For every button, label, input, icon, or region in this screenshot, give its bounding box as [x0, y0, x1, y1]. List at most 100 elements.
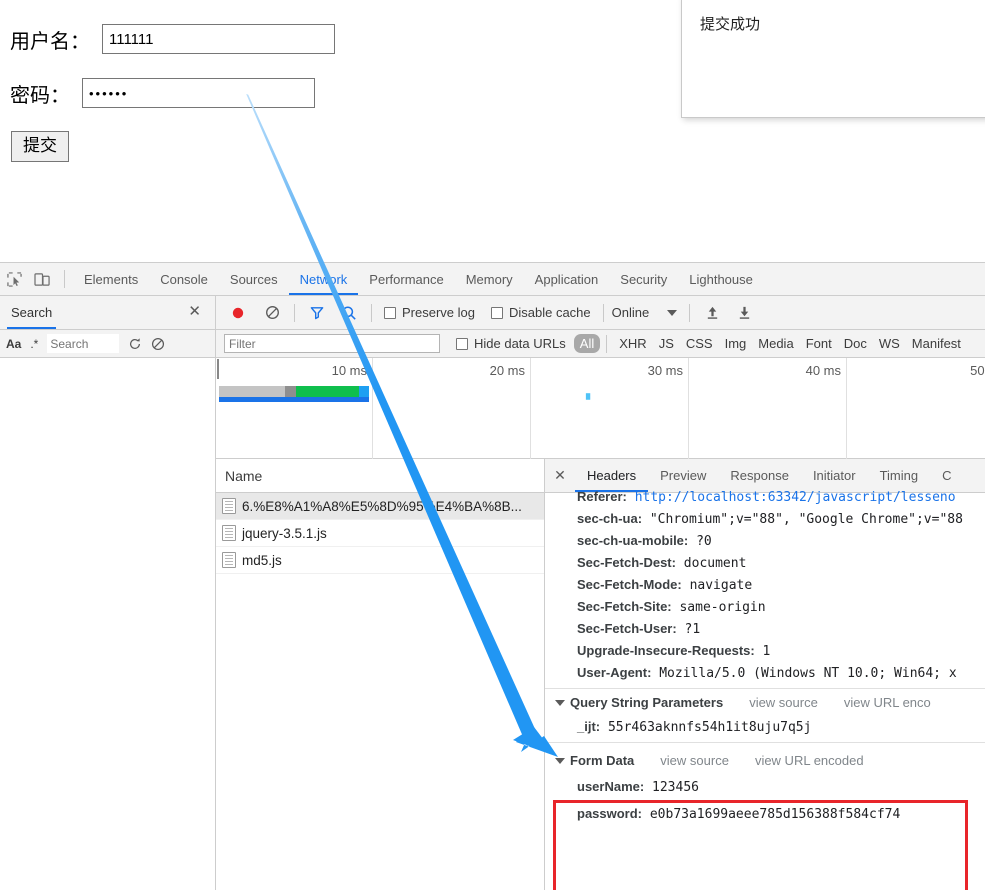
- header-key: Sec-Fetch-Dest:: [577, 555, 676, 570]
- type-chip-font[interactable]: Font: [800, 334, 838, 353]
- network-toolbar: Preserve log Disable cache Online: [216, 296, 985, 330]
- view-url-encoded-link[interactable]: view URL enco: [844, 695, 931, 710]
- param-key: _ijt:: [577, 719, 601, 734]
- form-param-row: userName: 123456: [545, 774, 985, 798]
- type-chip-ws[interactable]: WS: [873, 334, 906, 353]
- header-key: Sec-Fetch-Mode:: [577, 577, 682, 592]
- filter-input[interactable]: [224, 334, 440, 353]
- refresh-icon[interactable]: [128, 337, 142, 351]
- tab-memory[interactable]: Memory: [455, 263, 524, 295]
- request-column-header[interactable]: Name: [216, 459, 544, 493]
- header-value: "Chromium";v="88", "Google Chrome";v="88: [649, 512, 963, 527]
- search-drawer-tab[interactable]: Search: [7, 296, 56, 329]
- overview-tick-label: 30 ms: [647, 363, 683, 378]
- type-chip-js[interactable]: JS: [653, 334, 680, 353]
- header-value: 1: [762, 644, 771, 659]
- query-string-section-header[interactable]: Query String Parameters view source view…: [545, 689, 985, 716]
- toolbar-divider: [602, 303, 604, 322]
- search-drawer: Search ✕ Aa .*: [0, 296, 216, 890]
- overview-tick-label: 50 m: [970, 363, 985, 378]
- request-detail-panel: ✕ Headers Preview Response Initiator Tim…: [545, 459, 985, 890]
- inspect-element-icon[interactable]: [0, 266, 28, 292]
- type-chip-css[interactable]: CSS: [680, 334, 719, 353]
- username-row: 用户名：: [10, 24, 335, 54]
- param-value: e0b73a1699aeee785d156388f584cf74: [649, 807, 901, 822]
- throttling-value: Online: [611, 305, 650, 320]
- tab-performance[interactable]: Performance: [358, 263, 454, 295]
- overview-gridline: [846, 358, 847, 459]
- device-toolbar-icon[interactable]: [28, 266, 56, 292]
- table-row[interactable]: md5.js: [216, 547, 544, 574]
- close-icon[interactable]: ✕: [188, 304, 201, 319]
- header-row: User-Agent: Mozilla/5.0 (Windows NT 10.0…: [545, 662, 985, 684]
- password-input[interactable]: [82, 78, 315, 108]
- header-row: Sec-Fetch-Mode: navigate: [545, 574, 985, 596]
- search-input[interactable]: [47, 334, 120, 353]
- header-key: sec-ch-ua:: [577, 511, 643, 526]
- form-data-section-header[interactable]: Form Data view source view URL encoded: [545, 743, 985, 774]
- view-url-encoded-link[interactable]: view URL encoded: [755, 753, 864, 768]
- toolbar-divider: [606, 334, 608, 353]
- overview-tick-label: 10 ms: [331, 363, 367, 378]
- regex-icon[interactable]: .*: [30, 337, 38, 351]
- preserve-log-label: Preserve log: [402, 305, 475, 320]
- type-chip-doc[interactable]: Doc: [838, 334, 873, 353]
- clear-icon[interactable]: [151, 337, 165, 351]
- search-icon[interactable]: [335, 300, 363, 326]
- disable-cache-checkbox[interactable]: Disable cache: [490, 305, 591, 320]
- success-dialog-message: 提交成功: [700, 15, 761, 33]
- match-case-icon[interactable]: Aa: [6, 337, 21, 351]
- form-data-title: Form Data: [570, 753, 635, 768]
- download-icon[interactable]: [730, 300, 758, 326]
- header-row: Upgrade-Insecure-Requests: 1: [545, 640, 985, 662]
- clear-icon[interactable]: [258, 300, 286, 326]
- header-row: sec-ch-ua-mobile: ?0: [545, 530, 985, 552]
- table-row[interactable]: jquery-3.5.1.js: [216, 520, 544, 547]
- view-source-link[interactable]: view source: [749, 695, 818, 710]
- tab-application[interactable]: Application: [524, 263, 610, 295]
- type-chip-xhr[interactable]: XHR: [613, 334, 652, 353]
- filter-icon[interactable]: [303, 300, 331, 326]
- tab-elements[interactable]: Elements: [73, 263, 149, 295]
- network-overview[interactable]: 10 ms 20 ms 30 ms 40 ms 50 m ▖: [216, 358, 985, 459]
- overview-gridline: [372, 358, 373, 459]
- toolbar-divider: [371, 303, 372, 322]
- view-source-link[interactable]: view source: [660, 753, 729, 768]
- header-value: document: [683, 556, 747, 571]
- devtools-panel: Elements Console Sources Network Perform…: [0, 262, 985, 890]
- username-input[interactable]: [102, 24, 335, 54]
- throttling-select[interactable]: Online: [612, 305, 678, 320]
- waterfall-segment-queueing: [219, 386, 285, 397]
- header-value: Mozilla/5.0 (Windows NT 10.0; Win64; x: [659, 666, 957, 681]
- header-key: Referer:: [577, 489, 627, 504]
- triangle-down-icon[interactable]: [555, 757, 565, 764]
- tab-network[interactable]: Network: [289, 263, 359, 295]
- upload-icon[interactable]: [698, 300, 726, 326]
- toolbar-divider: [689, 303, 691, 322]
- type-chip-media[interactable]: Media: [752, 334, 799, 353]
- hide-data-urls-checkbox[interactable]: Hide data URLs: [456, 336, 566, 351]
- type-chip-all[interactable]: All: [573, 334, 601, 353]
- tab-console[interactable]: Console: [149, 263, 219, 295]
- header-key: Sec-Fetch-Site:: [577, 599, 672, 614]
- triangle-down-icon[interactable]: [555, 699, 565, 706]
- password-label: 密码：: [10, 82, 70, 107]
- preserve-log-checkbox[interactable]: Preserve log: [384, 305, 475, 320]
- tab-lighthouse[interactable]: Lighthouse: [678, 263, 764, 295]
- header-key: sec-ch-ua-mobile:: [577, 533, 689, 548]
- tab-sources[interactable]: Sources: [219, 263, 289, 295]
- close-icon[interactable]: ✕: [545, 467, 575, 484]
- param-value: 123456: [652, 780, 699, 795]
- type-chip-manifest[interactable]: Manifest: [906, 334, 967, 353]
- tab-security[interactable]: Security: [609, 263, 678, 295]
- disable-cache-label: Disable cache: [508, 305, 591, 320]
- request-name: 6.%E8%A1%A8%E5%8D%95%E4%BA%8B...: [242, 498, 522, 514]
- table-row[interactable]: 6.%E8%A1%A8%E5%8D%95%E4%BA%8B...: [216, 493, 544, 520]
- type-chip-img[interactable]: Img: [719, 334, 753, 353]
- toolbar-divider: [64, 270, 65, 288]
- overview-gridline: [688, 358, 689, 459]
- overview-waterfall-bar: [219, 386, 369, 397]
- request-headers-list: Referer: http://localhost:63342/javascri…: [545, 489, 985, 825]
- submit-button[interactable]: 提交: [11, 131, 69, 162]
- record-icon[interactable]: [224, 300, 252, 326]
